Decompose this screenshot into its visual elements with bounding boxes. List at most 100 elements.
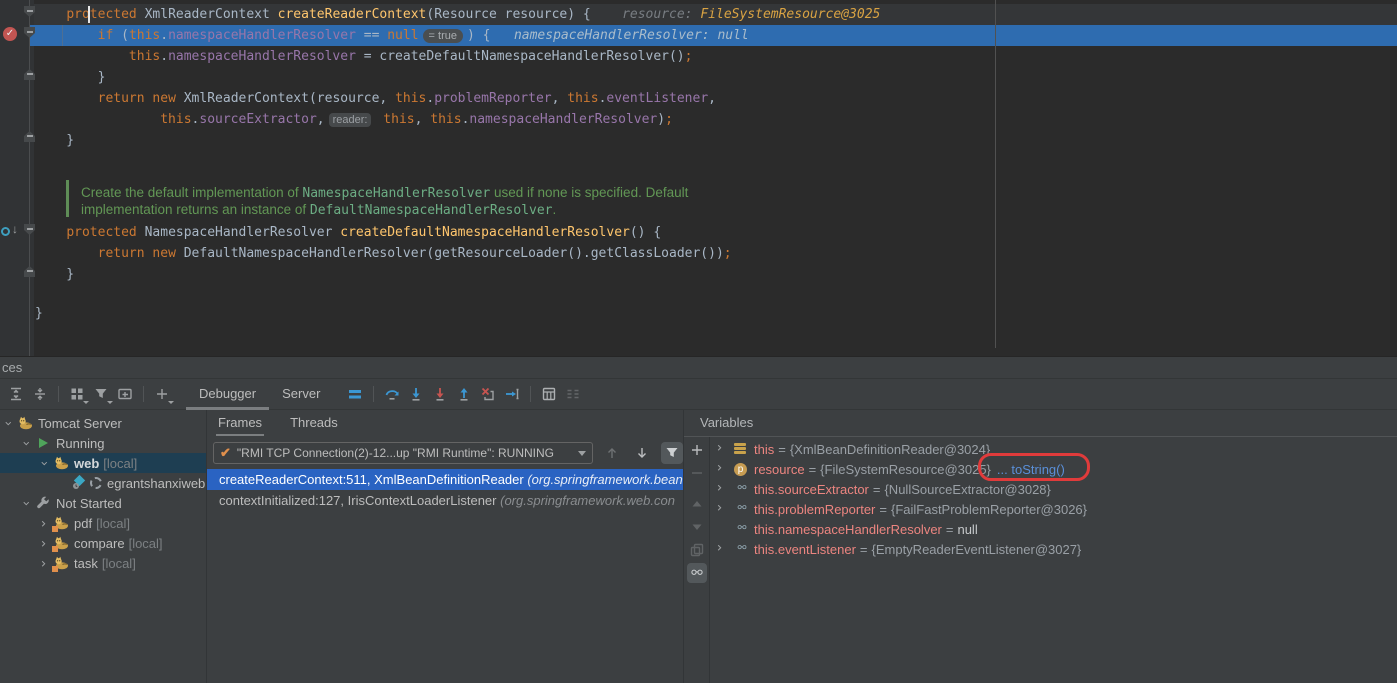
stack-frame-row[interactable]: contextInitialized:127, IrisContextLoade… [207, 490, 683, 511]
remove-watch-button[interactable] [687, 463, 707, 483]
step-into-button[interactable] [404, 383, 428, 405]
filter-frames-icon [664, 445, 680, 461]
chevron-down-icon [58, 479, 66, 487]
expand-all-button[interactable] [4, 383, 28, 405]
variable-row[interactable]: this.namespaceHandlerResolver=null [710, 519, 1397, 539]
code-line[interactable]: this.namespaceHandlerResolver = createDe… [35, 46, 692, 67]
tree-item-label: pdf [74, 516, 92, 531]
variable-row[interactable]: this.sourceExtractor={NullSourceExtracto… [710, 479, 1397, 499]
chevron-down-icon[interactable] [4, 420, 12, 428]
chevron-down-icon[interactable] [40, 460, 48, 468]
add-button[interactable] [150, 383, 174, 405]
right-margin-guide [995, 0, 996, 348]
code-line[interactable]: protected NamespaceHandlerResolver creat… [35, 222, 661, 243]
chevron-right-icon[interactable] [716, 504, 726, 514]
code-line[interactable]: if (this.namespaceHandlerResolver == nul… [35, 25, 749, 46]
code-line[interactable]: return new DefaultNamespaceHandlerResolv… [35, 243, 732, 264]
chevron-right-icon[interactable] [40, 520, 48, 528]
run-to-cursor-button[interactable] [500, 383, 524, 405]
code-line[interactable]: } [35, 303, 43, 324]
drop-frame-button[interactable] [476, 383, 500, 405]
variable-row[interactable]: this.eventListener={EmptyReaderEventList… [710, 539, 1397, 559]
run-icon [35, 435, 51, 451]
filter-frames-button[interactable] [661, 442, 683, 464]
chevron-down-icon[interactable] [22, 440, 30, 448]
variable-row[interactable]: presource={FileSystemResource@3025}... t… [710, 459, 1397, 479]
tab-server[interactable]: Server [269, 379, 333, 410]
code-line[interactable]: } [35, 67, 105, 88]
tree-item-not-started[interactable]: Not Started [0, 493, 206, 513]
stack-frame-row[interactable]: createReaderContext:511, XmlBeanDefiniti… [207, 469, 683, 490]
arrow-up-button[interactable] [601, 442, 623, 464]
thread-check-icon: ✔ [220, 445, 231, 461]
step-out-button[interactable] [452, 383, 476, 405]
move-up-button[interactable] [687, 494, 707, 514]
tab-frames[interactable]: Frames [218, 410, 262, 437]
variable-name: resource [754, 462, 805, 477]
step-over-icon [384, 386, 400, 402]
collapse-all-button[interactable] [28, 383, 52, 405]
drop-frame-icon [480, 386, 496, 402]
panel-content: Tomcat ServerRunningweb[local] egrantshan… [0, 410, 1397, 683]
chevron-right-icon[interactable] [716, 484, 726, 494]
tree-item-running[interactable]: Running [0, 433, 206, 453]
variable-name: this [754, 442, 774, 457]
tab-threads[interactable]: Threads [290, 410, 338, 437]
tree-item-egrantshanxiweb[interactable]: egrantshanxiweb [0, 473, 206, 493]
show-watches-button[interactable] [687, 563, 707, 583]
thread-dropdown-text: "RMI TCP Connection(2)-12...up "RMI Runt… [237, 446, 572, 460]
code-line[interactable]: } [35, 130, 74, 151]
step-over-button[interactable] [380, 383, 404, 405]
tostring-link[interactable]: ... toString() [997, 462, 1065, 477]
chevron-right-icon[interactable] [40, 540, 48, 548]
layout-settings-button[interactable] [561, 383, 585, 405]
chevron-right-icon[interactable] [716, 444, 726, 454]
watch-icon [734, 484, 750, 494]
add-application-button[interactable] [113, 383, 137, 405]
tree-item-tomcat-server[interactable]: Tomcat Server [0, 413, 206, 433]
variables-header-label: Variables [700, 415, 753, 430]
move-down-button[interactable] [687, 517, 707, 537]
code-line[interactable]: return new XmlReaderContext(resource, th… [35, 88, 716, 109]
tree-item-task[interactable]: task[local] [0, 553, 206, 573]
run-to-cursor-icon [504, 386, 520, 402]
add-watch-button[interactable] [687, 440, 707, 460]
chevron-right-icon[interactable] [716, 544, 726, 554]
tree-item-web[interactable]: web[local] [0, 453, 206, 473]
variable-row[interactable]: this.problemReporter={FailFastProblemRep… [710, 499, 1397, 519]
tree-item-compare[interactable]: compare[local] [0, 533, 206, 553]
chevron-down-icon[interactable] [22, 500, 30, 508]
tree-item-pdf[interactable]: pdf[local] [0, 513, 206, 533]
code-line[interactable]: } [35, 264, 74, 285]
chevron-right-icon[interactable] [40, 560, 48, 568]
thread-selector-dropdown[interactable]: ✔ "RMI TCP Connection(2)-12...up "RMI Ru… [213, 442, 593, 464]
force-step-into-button[interactable] [428, 383, 452, 405]
filter-button[interactable] [89, 383, 113, 405]
overridden-method-icon[interactable]: ↓ [1, 225, 19, 239]
evaluate-expression-icon [541, 386, 557, 402]
status-badge [52, 566, 58, 572]
toolbar-separator [143, 386, 144, 402]
toolbar-separator [58, 386, 59, 402]
evaluate-expression-button[interactable] [537, 383, 561, 405]
breakpoint-icon[interactable]: ✓ [3, 27, 17, 41]
code-editor[interactable]: protected XmlReaderContext createReaderC… [0, 0, 1397, 356]
step-into-icon [408, 386, 424, 402]
debug-tool-window: ces DebuggerServer Tomcat ServerRunningw… [0, 356, 1397, 683]
code-line[interactable]: this.sourceExtractor,reader: this, this.… [35, 109, 673, 130]
hamburger-button[interactable] [343, 383, 367, 405]
group-by-button[interactable] [65, 383, 89, 405]
this-icon [734, 443, 746, 455]
duplicate-button[interactable] [687, 540, 707, 560]
code-line[interactable]: protected XmlReaderContext createReaderC… [35, 4, 880, 25]
variable-row[interactable]: this={XmlBeanDefinitionReader@3024} [710, 439, 1397, 459]
text-caret [88, 6, 90, 23]
filter-icon [93, 386, 109, 402]
chevron-right-icon[interactable] [716, 464, 726, 474]
code-line[interactable]: implementation returns an instance of De… [81, 199, 556, 220]
tree-item-label: egrantshanxiweb [107, 476, 205, 491]
tab-debugger[interactable]: Debugger [186, 379, 269, 410]
frames-list: createReaderContext:511, XmlBeanDefiniti… [207, 469, 683, 683]
arrow-down-button[interactable] [631, 442, 653, 464]
tree-item-label: web [74, 456, 99, 471]
